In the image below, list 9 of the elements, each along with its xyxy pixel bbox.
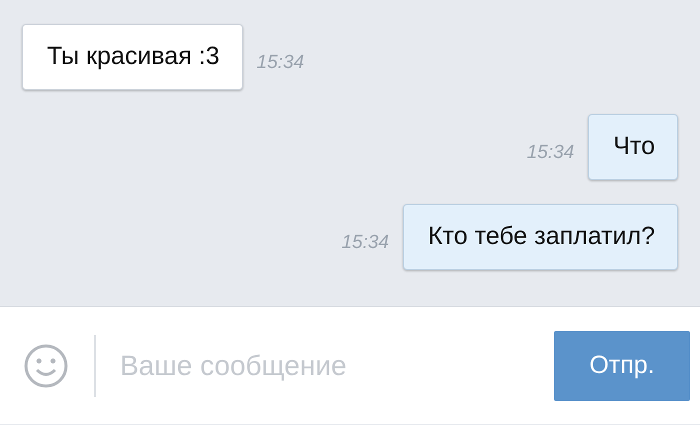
send-button[interactable]: Отпр. xyxy=(554,330,690,400)
message-field[interactable]: Ваше сообщение xyxy=(118,348,554,382)
message-time: 15:34 xyxy=(256,52,304,74)
message-time: 15:34 xyxy=(526,142,574,164)
message-time: 15:34 xyxy=(341,232,389,254)
message-bubble: Что xyxy=(588,114,678,180)
smiley-icon[interactable] xyxy=(22,342,70,390)
message-bubble: Кто тебе заплатил? xyxy=(402,204,678,270)
message-bubble: Ты красивая :3 xyxy=(22,24,243,90)
